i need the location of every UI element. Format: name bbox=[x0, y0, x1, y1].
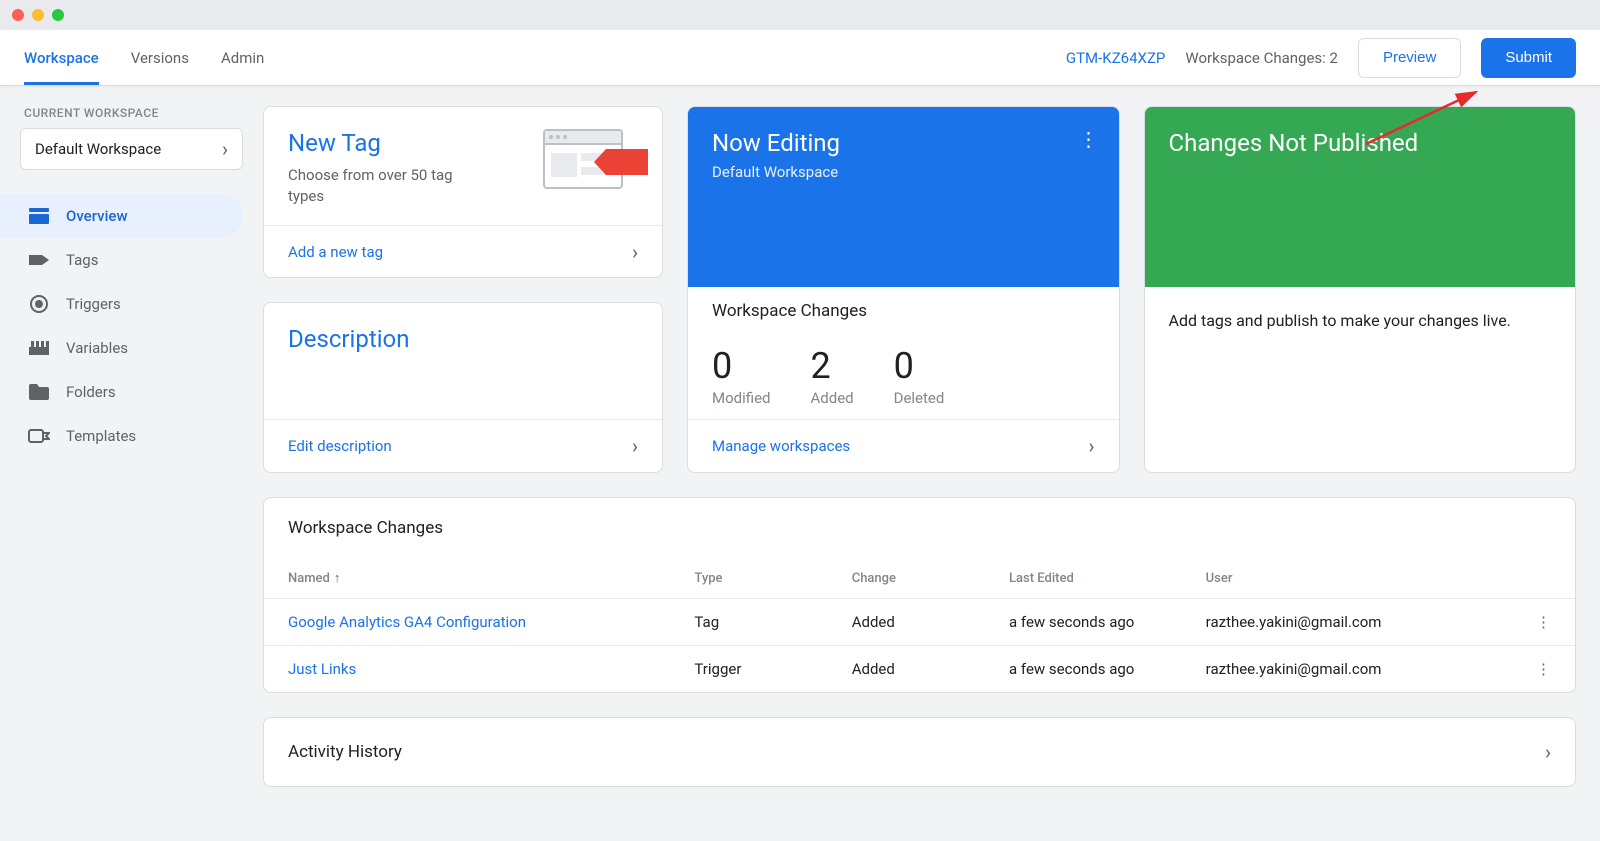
col-last-edited[interactable]: Last Edited bbox=[985, 558, 1182, 599]
change-name-link[interactable]: Google Analytics GA4 Configuration bbox=[288, 613, 526, 631]
col-change[interactable]: Change bbox=[828, 558, 985, 599]
new-tag-title: New Tag bbox=[288, 129, 478, 157]
tag-icon bbox=[28, 249, 50, 271]
tag-illustration-icon bbox=[543, 129, 638, 199]
now-editing-subtitle: Default Workspace bbox=[712, 163, 1095, 181]
chevron-right-icon: › bbox=[632, 434, 638, 458]
top-nav: Workspace Versions Admin GTM-KZ64XZP Wor… bbox=[0, 30, 1600, 86]
now-editing-card: Now Editing Default Workspace ⋮ Workspac… bbox=[687, 106, 1120, 473]
new-tag-subtitle: Choose from over 50 tag types bbox=[288, 165, 478, 207]
chevron-right-icon: › bbox=[1545, 740, 1551, 764]
edit-description-button[interactable]: Edit description › bbox=[264, 419, 662, 472]
chevron-right-icon: › bbox=[222, 137, 228, 161]
now-editing-title: Now Editing bbox=[712, 129, 1095, 157]
changes-not-published-card: Changes Not Published Add tags and publi… bbox=[1144, 106, 1577, 473]
sidebar-item-label: Templates bbox=[66, 427, 136, 445]
sidebar-item-variables[interactable]: Variables bbox=[0, 326, 243, 370]
stat-modified: 0 Modified bbox=[712, 345, 770, 407]
sidebar: CURRENT WORKSPACE Default Workspace › Ov… bbox=[0, 86, 255, 807]
container-id-link[interactable]: GTM-KZ64XZP bbox=[1066, 49, 1166, 67]
trigger-icon bbox=[28, 293, 50, 315]
workspace-changes-panel-title: Workspace Changes bbox=[264, 498, 1575, 558]
workspace-selector[interactable]: Default Workspace › bbox=[20, 128, 243, 170]
window-close-icon[interactable] bbox=[12, 9, 24, 21]
window-maximize-icon[interactable] bbox=[52, 9, 64, 21]
workspace-changes-title: Workspace Changes bbox=[688, 287, 1119, 321]
sort-asc-icon: ↑ bbox=[334, 571, 341, 586]
stat-deleted: 0 Deleted bbox=[894, 345, 945, 407]
window-titlebar bbox=[0, 0, 1600, 30]
row-more-button[interactable]: ⋮ bbox=[1512, 599, 1575, 646]
sidebar-item-label: Folders bbox=[66, 383, 116, 401]
dashboard-icon bbox=[28, 205, 50, 227]
sidebar-item-overview[interactable]: Overview bbox=[0, 194, 243, 238]
new-tag-card: New Tag Choose from over 50 tag types bbox=[263, 106, 663, 278]
variables-icon bbox=[28, 337, 50, 359]
workspace-selector-label: Default Workspace bbox=[35, 140, 161, 158]
preview-button[interactable]: Preview bbox=[1358, 38, 1461, 78]
col-name[interactable]: Named↑ bbox=[264, 558, 670, 599]
sidebar-item-triggers[interactable]: Triggers bbox=[0, 282, 243, 326]
activity-history-title: Activity History bbox=[288, 742, 402, 762]
activity-history-panel[interactable]: Activity History › bbox=[263, 717, 1576, 787]
sidebar-item-label: Triggers bbox=[66, 295, 121, 313]
submit-button[interactable]: Submit bbox=[1481, 38, 1576, 78]
now-editing-more-button[interactable]: ⋮ bbox=[1079, 127, 1099, 151]
description-title: Description bbox=[288, 325, 638, 353]
tab-admin[interactable]: Admin bbox=[221, 31, 264, 85]
current-workspace-heading: CURRENT WORKSPACE bbox=[20, 106, 243, 120]
changes-not-published-body: Add tags and publish to make your change… bbox=[1169, 309, 1552, 333]
row-more-button[interactable]: ⋮ bbox=[1512, 646, 1575, 693]
changes-not-published-title: Changes Not Published bbox=[1169, 129, 1552, 157]
add-new-tag-button[interactable]: Add a new tag › bbox=[264, 225, 662, 278]
folder-icon bbox=[28, 381, 50, 403]
workspace-changes-panel: Workspace Changes Named↑ Type Change Las… bbox=[263, 497, 1576, 693]
workspace-changes-count: Workspace Changes: 2 bbox=[1185, 49, 1338, 67]
table-row[interactable]: Just Links Trigger Added a few seconds a… bbox=[264, 646, 1575, 693]
manage-workspaces-button[interactable]: Manage workspaces › bbox=[688, 419, 1119, 472]
tab-workspace[interactable]: Workspace bbox=[24, 31, 99, 85]
sidebar-item-label: Overview bbox=[66, 207, 128, 225]
tab-versions[interactable]: Versions bbox=[131, 31, 189, 85]
sidebar-item-tags[interactable]: Tags bbox=[0, 238, 243, 282]
col-type[interactable]: Type bbox=[670, 558, 827, 599]
template-icon bbox=[28, 425, 50, 447]
stat-added: 2 Added bbox=[810, 345, 853, 407]
sidebar-item-templates[interactable]: Templates bbox=[0, 414, 243, 458]
sidebar-item-label: Variables bbox=[66, 339, 128, 357]
chevron-right-icon: › bbox=[1088, 434, 1094, 458]
description-card: Description Edit description › bbox=[263, 302, 663, 474]
window-minimize-icon[interactable] bbox=[32, 9, 44, 21]
table-row[interactable]: Google Analytics GA4 Configuration Tag A… bbox=[264, 599, 1575, 646]
col-user[interactable]: User bbox=[1182, 558, 1512, 599]
sidebar-item-folders[interactable]: Folders bbox=[0, 370, 243, 414]
change-name-link[interactable]: Just Links bbox=[288, 660, 356, 678]
chevron-right-icon: › bbox=[632, 240, 638, 264]
sidebar-item-label: Tags bbox=[66, 251, 98, 269]
